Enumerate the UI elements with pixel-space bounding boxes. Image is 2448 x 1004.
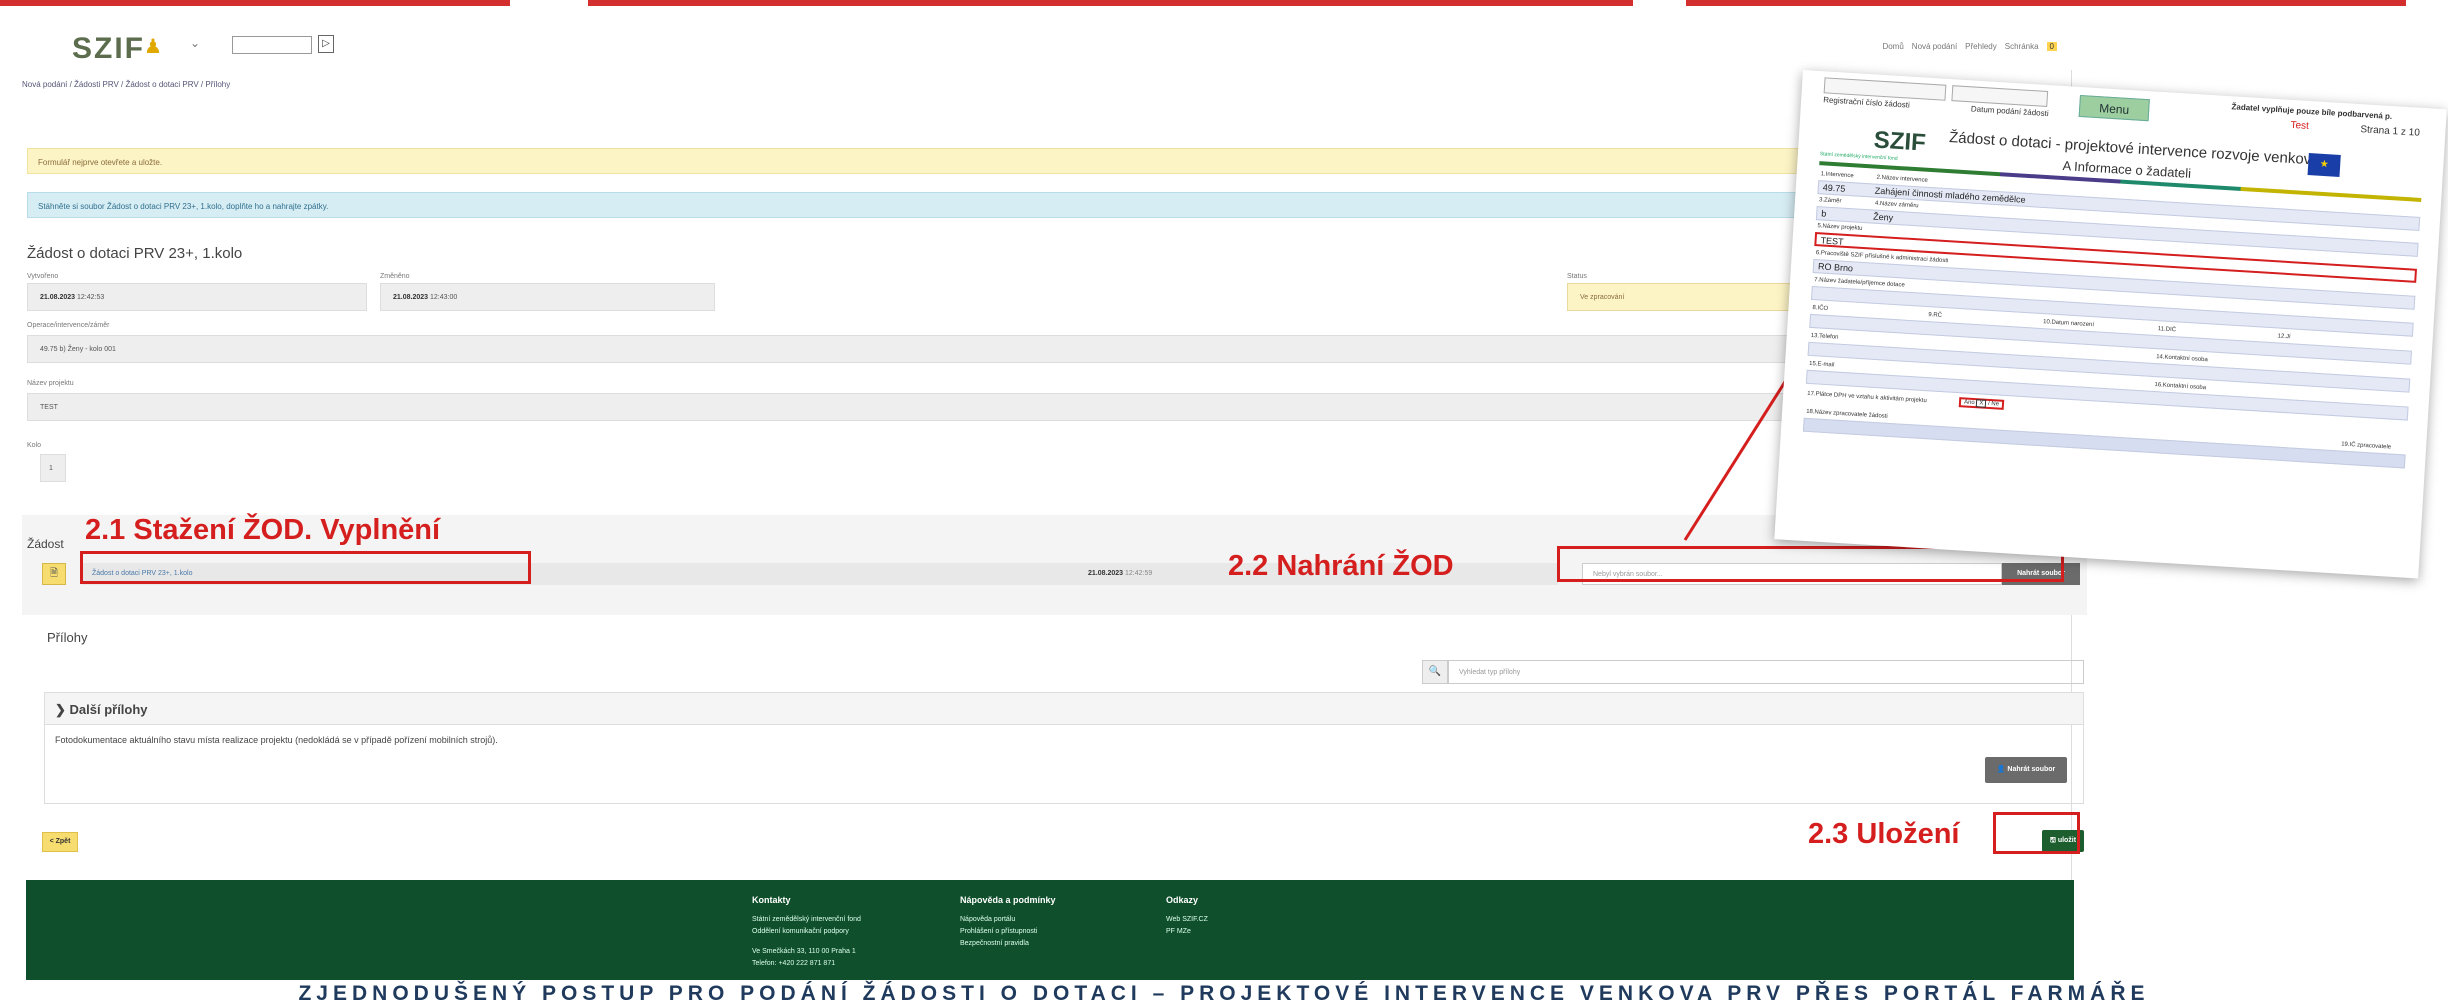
form-value-plan: b bbox=[1820, 208, 1827, 219]
form-test-label: Test bbox=[2290, 119, 2310, 132]
form-label-processor-ic: 19.IČ zpracovatele bbox=[2340, 441, 2392, 451]
form-label-project-name: 5.Název projektu bbox=[1817, 223, 1863, 232]
form-instruction: Žadatel vyplňuje pouze bíle podbarvená p… bbox=[2231, 102, 2393, 122]
form-label-email: 15.E-mail bbox=[1808, 360, 1835, 369]
form-label-birth-date: 10.Datum narození bbox=[2042, 319, 2095, 329]
form-label-plan-name: 4.Název záměru bbox=[1874, 200, 1919, 210]
form-label-contact-person: 14.Kontaktní osoba bbox=[2155, 354, 2208, 364]
form-szif-logo: SZIF bbox=[1873, 126, 1927, 157]
form-label-phone: 13.Telefon bbox=[1810, 332, 1839, 341]
form-label-ico: 8.IČO bbox=[1812, 305, 1829, 312]
form-label-intervention-name: 2.Název intervence bbox=[1876, 174, 1929, 184]
vat-no-label: / Ne bbox=[1987, 400, 2000, 408]
form-label-vat-payer: 17.Plátce DPH ve vztahu k aktivitám proj… bbox=[1807, 390, 1927, 405]
form-label-plan: 3.Záměr bbox=[1818, 197, 1842, 205]
vat-payer-checkboxes[interactable]: Ano X / Ne bbox=[1958, 397, 2005, 410]
form-row-processor[interactable] bbox=[1802, 417, 2406, 469]
form-label-intervention: 1.Intervence bbox=[1820, 171, 1854, 180]
form-label-contact-person-2: 16.Kontaktní osoba bbox=[2154, 382, 2207, 392]
form-value-plan-name: Ženy bbox=[1872, 211, 1894, 223]
form-label-dic: 11.DIČ bbox=[2157, 326, 2177, 334]
vat-yes-label: Ano bbox=[1963, 399, 1975, 407]
form-label-other: 12.Jí bbox=[2277, 333, 2291, 341]
form-page-number: Strana 1 z 10 bbox=[2360, 124, 2421, 139]
form-label-rc: 9.RČ bbox=[1928, 312, 1943, 319]
eu-flag-icon: ★ bbox=[2307, 153, 2341, 177]
form-value-intervention: 49.75 bbox=[1822, 182, 1846, 194]
vat-yes-checkbox[interactable]: X bbox=[1976, 399, 1987, 408]
form-menu-button[interactable]: Menu bbox=[2078, 94, 2150, 122]
application-form-preview: Registrační číslo žádosti Datum podání ž… bbox=[1774, 70, 2447, 579]
submission-date-field bbox=[1951, 85, 2049, 107]
